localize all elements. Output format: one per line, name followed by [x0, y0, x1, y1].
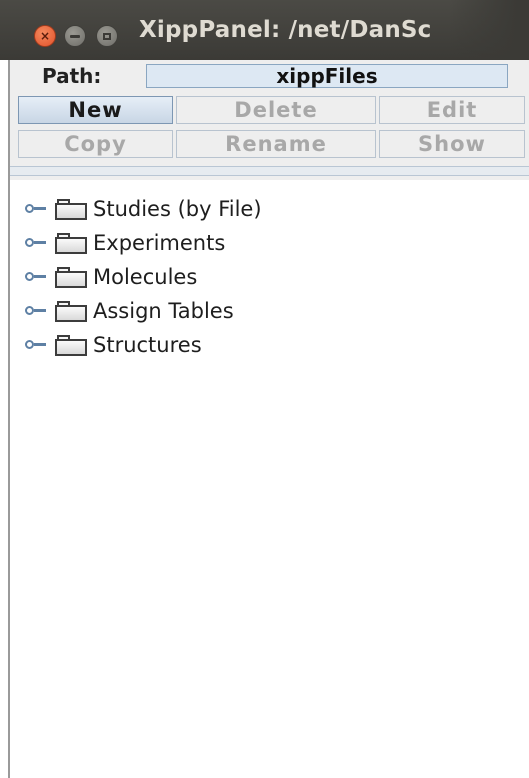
tree-node-label: Assign Tables	[93, 299, 234, 323]
file-tree: Studies (by File) Experiments Molecules …	[10, 180, 529, 778]
window-title: XippPanel: /net/DanSc	[139, 17, 432, 43]
tree-node-label: Studies (by File)	[93, 197, 262, 221]
expand-handle-icon[interactable]	[25, 233, 51, 253]
edit-button[interactable]: Edit	[379, 96, 525, 124]
minimize-button[interactable]	[64, 25, 86, 47]
show-button[interactable]: Show	[379, 130, 525, 158]
expand-handle-icon[interactable]	[25, 199, 51, 219]
tree-node-label: Structures	[93, 333, 202, 357]
tree-node-structures[interactable]: Structures	[10, 328, 202, 362]
minimize-icon	[70, 34, 80, 38]
tree-node-experiments[interactable]: Experiments	[10, 226, 225, 260]
title-fade	[449, 0, 529, 60]
folder-icon	[55, 300, 89, 322]
tree-node-molecules[interactable]: Molecules	[10, 260, 197, 294]
expand-handle-icon[interactable]	[25, 335, 51, 355]
maximize-button[interactable]	[96, 25, 118, 47]
split-divider[interactable]	[10, 166, 529, 176]
path-label: Path:	[42, 64, 102, 88]
close-button[interactable]: ×	[34, 25, 56, 47]
new-button[interactable]: New	[18, 96, 173, 124]
folder-icon	[55, 232, 89, 254]
folder-icon	[55, 266, 89, 288]
tree-node-label: Experiments	[93, 231, 226, 255]
folder-icon	[55, 198, 89, 220]
path-field[interactable]: xippFiles	[146, 64, 508, 88]
delete-button[interactable]: Delete	[176, 96, 376, 124]
tree-node-assign-tables[interactable]: Assign Tables	[10, 294, 234, 328]
tree-node-studies[interactable]: Studies (by File)	[10, 192, 262, 226]
close-icon: ×	[39, 29, 51, 43]
copy-button[interactable]: Copy	[18, 130, 173, 158]
maximize-icon	[103, 32, 111, 40]
rename-button[interactable]: Rename	[176, 130, 376, 158]
tree-node-label: Molecules	[93, 265, 198, 289]
expand-handle-icon[interactable]	[25, 301, 51, 321]
expand-handle-icon[interactable]	[25, 267, 51, 287]
folder-icon	[55, 334, 89, 356]
title-bar[interactable]: × XippPanel: /net/DanSc	[0, 0, 529, 60]
xipp-panel: Path: xippFiles New Delete Edit Copy Ren…	[8, 60, 529, 778]
